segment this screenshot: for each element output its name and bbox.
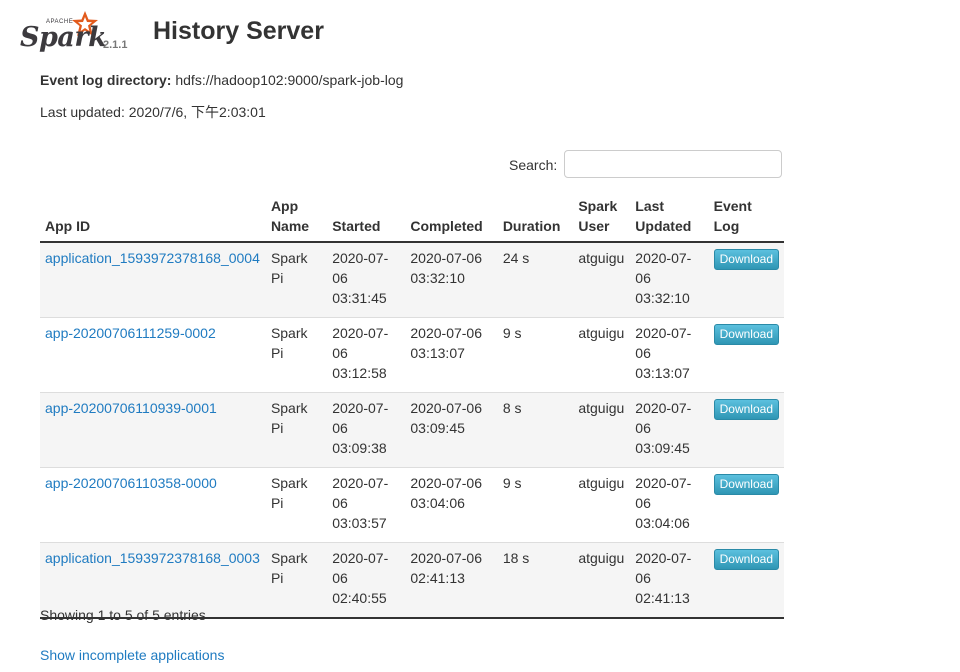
entries-info: Showing 1 to 5 of 5 entries [40, 607, 206, 623]
search-input[interactable] [564, 150, 782, 178]
event-log-label: Event log directory: [40, 72, 172, 88]
last-updated-cell: 2020-07-06 03:32:10 [635, 250, 692, 306]
search-box: Search: [509, 150, 784, 180]
table-row: app-20200706111259-0002 Spark Pi 2020-07-0… [40, 317, 784, 393]
last-updated-cell: 2020-07-06 03:13:07 [635, 325, 692, 381]
col-last-updated[interactable]: Last Updated [630, 192, 709, 243]
download-button[interactable]: Download [713, 474, 779, 495]
duration-cell: 18 s [502, 550, 530, 566]
col-completed[interactable]: Completed [405, 192, 498, 243]
app-name-cell: Spark Pi [270, 400, 308, 436]
app-id-link[interactable]: app-20200706111259-0002 [45, 325, 216, 341]
download-button[interactable]: Download [713, 549, 779, 570]
download-button[interactable]: Download [713, 399, 779, 420]
started-cell: 2020-07-06 03:03:57 [332, 475, 389, 531]
spark-user-cell: atguigu [578, 550, 625, 566]
download-button[interactable]: Download [713, 324, 779, 345]
col-event-log[interactable]: Event Log [708, 192, 784, 243]
show-incomplete-link[interactable]: Show incomplete applications [40, 647, 224, 663]
spark-user-cell: atguigu [578, 475, 625, 491]
completed-cell: 2020-07-06 02:41:13 [410, 550, 483, 586]
completed-cell: 2020-07-06 03:04:06 [410, 475, 483, 511]
duration-cell: 24 s [502, 250, 530, 266]
last-updated-cell: 2020-07-06 03:04:06 [635, 475, 692, 531]
applications-table: App ID App Name Started Completed Durati… [40, 192, 784, 619]
event-log-value: hdfs://hadoop102:9000/spark-job-log [175, 72, 404, 88]
page-header: APACHE Spark 2.1.1 History Server [20, 10, 620, 56]
logo-wordmark: Spark [20, 22, 107, 53]
last-updated-label: Last updated: [40, 104, 125, 120]
duration-cell: 9 s [502, 325, 522, 341]
app-id-link[interactable]: app-20200706110358-0000 [45, 475, 217, 491]
duration-cell: 9 s [502, 475, 522, 491]
last-updated-cell: 2020-07-06 03:09:45 [635, 400, 692, 456]
show-incomplete-link-wrap: Show incomplete applications [40, 647, 224, 663]
version-label: 2.1.1 [103, 39, 128, 51]
last-updated-value: 2020/7/6, 下午2:03:01 [128, 104, 266, 120]
col-app-name[interactable]: App Name [265, 192, 328, 243]
app-id-link[interactable]: app-20200706110939-0001 [45, 400, 217, 416]
app-id-link[interactable]: application_1593972378168_0004 [45, 250, 260, 266]
col-spark-user[interactable]: Spark User [573, 192, 631, 243]
duration-cell: 8 s [502, 400, 522, 416]
table-row: app-20200706110358-0000 Spark Pi 2020-07-0… [40, 467, 784, 543]
event-log-directory: Event log directory: hdfs://hadoop102:90… [40, 72, 403, 88]
started-cell: 2020-07-06 03:12:58 [332, 325, 389, 381]
started-cell: 2020-07-06 03:09:38 [332, 400, 389, 456]
app-name-cell: Spark Pi [270, 325, 308, 361]
completed-cell: 2020-07-06 03:32:10 [410, 250, 483, 286]
table-row: application_1593972378168_0004 Spark Pi 20… [40, 241, 784, 318]
spark-user-cell: atguigu [578, 250, 625, 266]
page-title: History Server [153, 17, 324, 45]
col-duration[interactable]: Duration [497, 192, 574, 243]
app-name-cell: Spark Pi [270, 250, 308, 286]
spark-logo[interactable]: APACHE Spark [20, 10, 107, 56]
app-name-cell: Spark Pi [270, 550, 308, 586]
spark-user-cell: atguigu [578, 400, 625, 416]
col-started[interactable]: Started [327, 192, 406, 243]
table-row: app-20200706110939-0001 Spark Pi 2020-07-0… [40, 392, 784, 468]
download-button[interactable]: Download [713, 249, 779, 270]
table-header-row: App ID App Name Started Completed Durati… [40, 192, 784, 243]
completed-cell: 2020-07-06 03:13:07 [410, 325, 483, 361]
spark-user-cell: atguigu [578, 325, 625, 341]
app-name-cell: Spark Pi [270, 475, 308, 511]
col-app-id[interactable]: App ID [40, 192, 266, 243]
last-updated: Last updated: 2020/7/6, 下午2:03:01 [40, 102, 266, 122]
last-updated-cell: 2020-07-06 02:41:13 [635, 550, 692, 606]
search-label: Search: [509, 157, 558, 173]
app-id-link[interactable]: application_1593972378168_0003 [45, 550, 260, 566]
started-cell: 2020-07-06 02:40:55 [332, 550, 389, 606]
started-cell: 2020-07-06 03:31:45 [332, 250, 389, 306]
completed-cell: 2020-07-06 03:09:45 [410, 400, 483, 436]
